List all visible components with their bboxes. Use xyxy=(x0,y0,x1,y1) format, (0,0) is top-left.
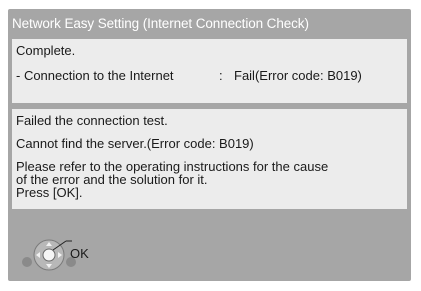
message-line-5: Press [OK]. xyxy=(16,185,83,200)
status-text: Complete. xyxy=(16,43,76,58)
message-panel: Failed the connection test. Cannot find … xyxy=(12,109,407,209)
message-line-1: Failed the connection test. xyxy=(16,113,168,128)
connection-item-value: Fail(Error code: B019) xyxy=(234,68,362,83)
message-line-2: Cannot find the server.(Error code: B019… xyxy=(16,136,254,151)
connection-item-separator: : xyxy=(219,68,223,83)
remote-dpad-ok-icon xyxy=(22,239,76,271)
result-panel: Complete. - Connection to the Internet :… xyxy=(12,39,407,103)
ok-hint-label: OK xyxy=(70,246,89,261)
connection-item-label: - Connection to the Internet xyxy=(16,68,174,83)
dialog-title: Network Easy Setting (Internet Connectio… xyxy=(12,16,309,31)
